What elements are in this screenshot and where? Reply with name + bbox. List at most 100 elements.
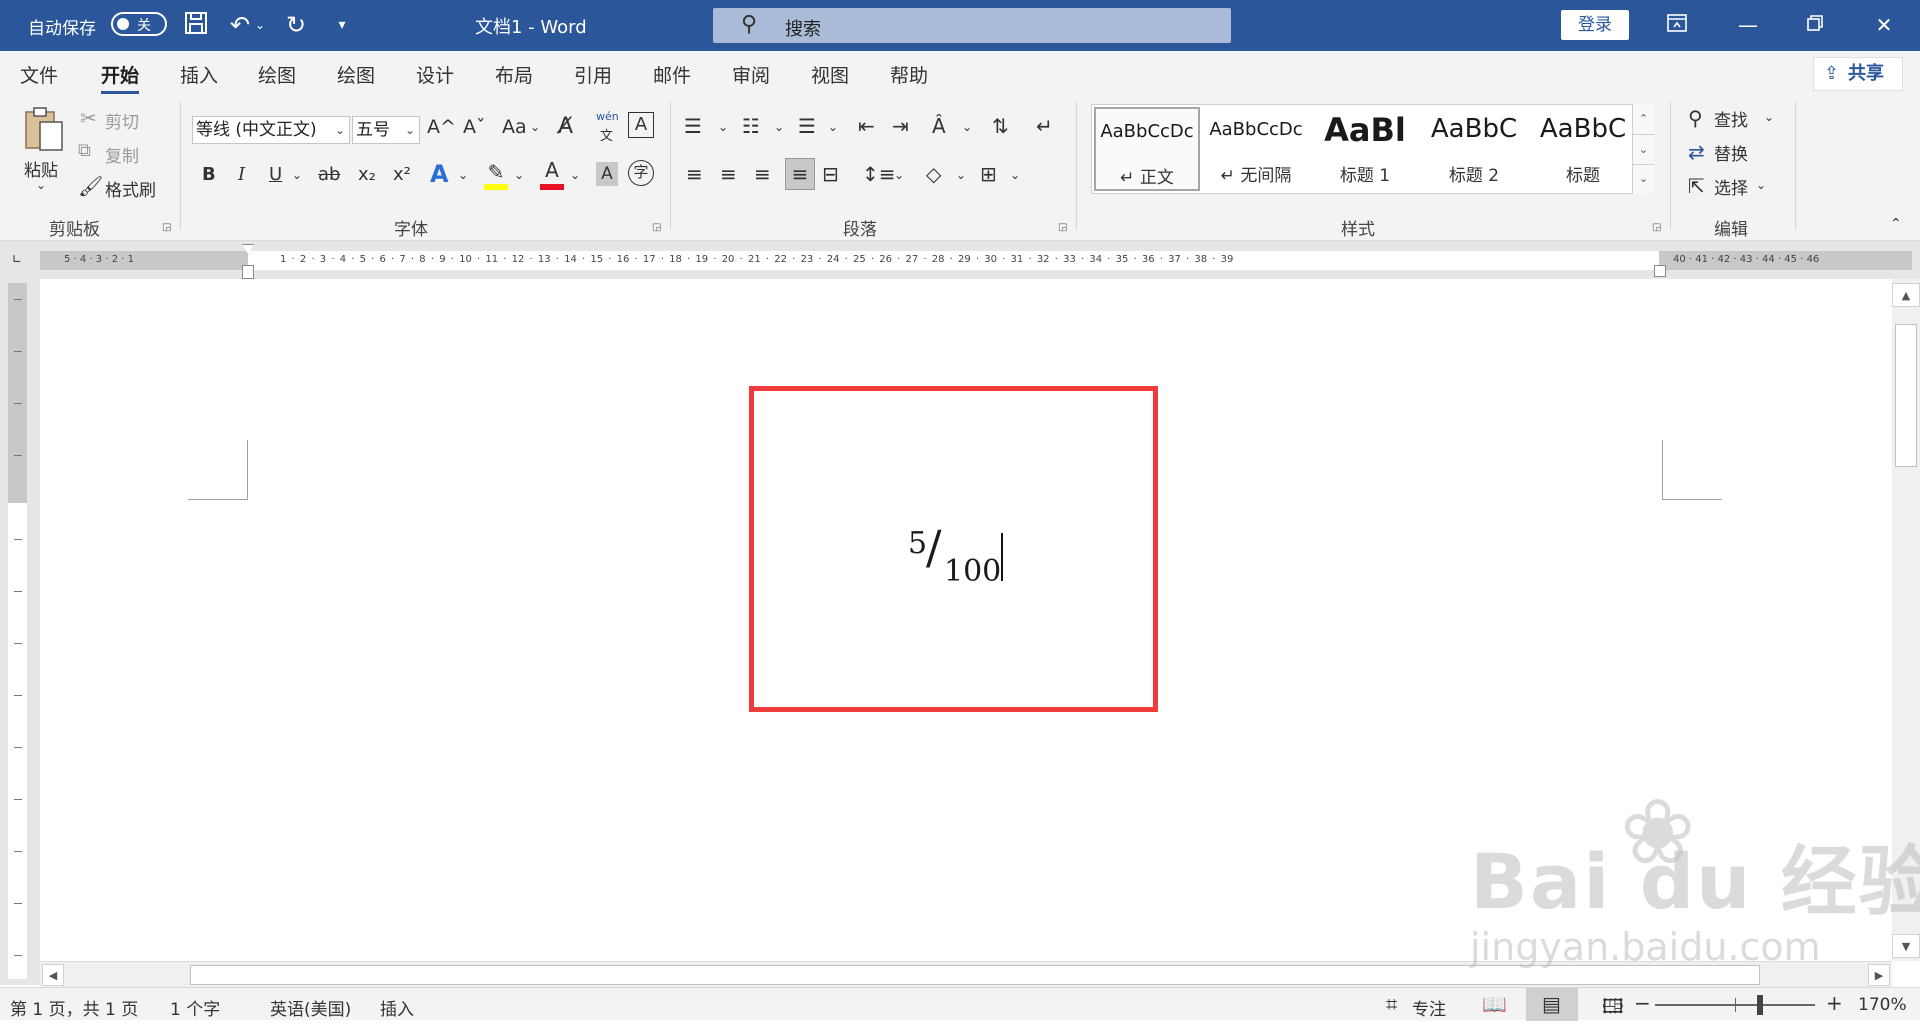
font-size-combo[interactable]: 五号 ⌄ <box>352 116 420 144</box>
underline-button[interactable]: U <box>269 164 282 185</box>
style-heading-2[interactable]: AaBbC 标题 2 <box>1421 107 1527 191</box>
change-case-dropdown-icon[interactable]: ⌄ <box>530 120 540 134</box>
numbering-icon[interactable]: ☷ <box>742 114 760 138</box>
tab-layout[interactable]: 布局 <box>495 61 533 88</box>
style-heading-1[interactable]: AaBl 标题 1 <box>1312 107 1418 191</box>
strikethrough-button[interactable]: ab <box>318 164 340 185</box>
font-color-icon[interactable]: A <box>540 158 564 190</box>
paste-icon[interactable] <box>22 104 66 152</box>
tab-help[interactable]: 帮助 <box>890 61 928 88</box>
bold-button[interactable]: B <box>202 164 216 185</box>
tab-home[interactable]: 开始 <box>101 61 140 94</box>
multilevel-dropdown-icon[interactable]: ⌄ <box>828 120 838 134</box>
minimize-icon[interactable]: — <box>1728 8 1768 42</box>
zoom-in-button[interactable]: + <box>1826 991 1843 1015</box>
find-label[interactable]: 查找 <box>1714 106 1748 131</box>
font-launcher-icon[interactable]: ◲ <box>652 222 661 233</box>
tab-draw[interactable]: 绘图 <box>258 61 296 88</box>
show-marks-icon[interactable]: ↵ <box>1036 114 1053 138</box>
distributed-icon[interactable]: ⊟ <box>822 162 839 186</box>
focus-icon[interactable]: ⌗ <box>1386 992 1397 1016</box>
styles-launcher-icon[interactable]: ◲ <box>1652 222 1661 233</box>
character-shading-icon[interactable]: A <box>596 162 618 186</box>
phonetic-guide-top[interactable]: wén <box>596 110 619 123</box>
italic-button[interactable]: I <box>238 164 245 185</box>
align-center-icon[interactable]: ≡ <box>720 162 737 186</box>
numbering-dropdown-icon[interactable]: ⌄ <box>774 120 784 134</box>
change-case-icon[interactable]: Aa <box>502 116 527 138</box>
phonetic-guide-icon[interactable]: 文 <box>600 125 613 144</box>
share-button[interactable]: ⇪ 共享 <box>1813 57 1903 91</box>
undo-dropdown-icon[interactable]: ⌄ <box>252 10 268 40</box>
shading-icon[interactable]: ◇ <box>926 162 941 186</box>
zoom-slider-thumb[interactable] <box>1757 995 1763 1015</box>
highlight-dropdown-icon[interactable]: ⌄ <box>514 168 524 182</box>
find-dropdown-icon[interactable]: ⌄ <box>1764 110 1774 124</box>
bullets-icon[interactable]: ☰ <box>684 114 702 138</box>
web-layout-icon[interactable]: 🖽 <box>1602 992 1624 1026</box>
shading-dropdown-icon[interactable]: ⌄ <box>956 168 966 182</box>
shrink-font-icon[interactable]: Aˇ <box>463 116 486 138</box>
tab-mailings[interactable]: 邮件 <box>653 61 691 88</box>
customize-toolbar-icon[interactable]: ▾ <box>326 10 358 40</box>
decrease-indent-icon[interactable]: ⇤ <box>858 114 875 138</box>
replace-icon[interactable]: ⇄ <box>1688 140 1705 164</box>
save-icon[interactable] <box>180 10 212 40</box>
word-count[interactable]: 1 个字 <box>170 995 220 1020</box>
line-spacing-dropdown-icon[interactable]: ⌄ <box>894 168 904 182</box>
highlight-icon[interactable]: ✎ <box>484 160 508 190</box>
find-icon[interactable]: ⚲ <box>1688 106 1703 130</box>
increase-indent-icon[interactable]: ⇥ <box>892 114 909 138</box>
character-border-icon[interactable]: A <box>628 112 654 138</box>
text-effects-icon[interactable]: A <box>430 160 449 188</box>
text-direction-icon[interactable]: Â <box>932 114 946 138</box>
grow-font-icon[interactable]: A^ <box>427 116 456 138</box>
close-icon[interactable]: ✕ <box>1864 8 1904 42</box>
scroll-right-icon[interactable]: ▶ <box>1868 964 1890 986</box>
tab-insert[interactable]: 插入 <box>180 61 218 88</box>
replace-label[interactable]: 替换 <box>1714 140 1748 165</box>
tab-references[interactable]: 引用 <box>574 61 612 88</box>
font-color-dropdown-icon[interactable]: ⌄ <box>570 168 580 182</box>
subscript-button[interactable]: x₂ <box>358 164 376 185</box>
style-title[interactable]: AaBbC 标题 <box>1530 107 1636 191</box>
zoom-level[interactable]: 170% <box>1858 995 1907 1015</box>
borders-dropdown-icon[interactable]: ⌄ <box>1010 168 1020 182</box>
tab-view[interactable]: 视图 <box>811 61 849 88</box>
paragraph-launcher-icon[interactable]: ◲ <box>1058 222 1067 233</box>
print-layout-button[interactable]: ▤ <box>1526 988 1578 1021</box>
collapse-ribbon-icon[interactable]: ⌃ <box>1890 216 1902 232</box>
multilevel-list-icon[interactable]: ☰ <box>798 114 816 138</box>
tab-selector-icon[interactable]: ∟ <box>8 252 26 270</box>
login-button[interactable]: 登录 <box>1561 10 1629 40</box>
ribbon-display-options-icon[interactable] <box>1657 8 1697 42</box>
paste-dropdown-icon[interactable]: ⌄ <box>36 178 46 192</box>
superscript-button[interactable]: x² <box>393 164 411 185</box>
autosave-toggle[interactable]: 关 <box>111 12 167 36</box>
sort-icon[interactable]: ⇅ <box>992 114 1009 138</box>
align-right-icon[interactable]: ≡ <box>754 162 771 186</box>
bullets-dropdown-icon[interactable]: ⌄ <box>718 120 728 134</box>
line-spacing-icon[interactable]: ↕≡ <box>862 162 896 186</box>
left-indent-marker[interactable] <box>242 265 254 279</box>
tab-review[interactable]: 审阅 <box>732 61 770 88</box>
underline-dropdown-icon[interactable]: ⌄ <box>292 168 302 182</box>
page-count[interactable]: 第 1 页，共 1 页 <box>10 995 138 1020</box>
scroll-down-icon[interactable]: ▼ <box>1892 934 1920 958</box>
restore-icon[interactable] <box>1795 8 1835 42</box>
scroll-thumb[interactable] <box>1895 324 1917 467</box>
align-left-icon[interactable]: ≡ <box>686 162 703 186</box>
zoom-out-button[interactable]: − <box>1634 991 1651 1015</box>
format-painter-icon[interactable]: 🖌 <box>78 174 103 198</box>
select-dropdown-icon[interactable]: ⌄ <box>1756 178 1766 192</box>
font-name-combo[interactable]: 等线 (中文正文) ⌄ <box>192 116 350 144</box>
format-painter-label[interactable]: 格式刷 <box>105 176 156 201</box>
select-label[interactable]: 选择 <box>1714 174 1748 199</box>
borders-icon[interactable]: ⊞ <box>980 162 997 186</box>
enclose-characters-icon[interactable]: 字 <box>628 160 654 186</box>
style-no-spacing[interactable]: AaBbCcDc ↵ 无间隔 <box>1203 107 1309 191</box>
clear-formatting-icon[interactable]: A̸ <box>558 114 573 139</box>
scroll-up-icon[interactable]: ▲ <box>1892 283 1920 307</box>
text-effects-dropdown-icon[interactable]: ⌄ <box>458 168 468 182</box>
style-normal[interactable]: AaBbCcDc ↵ 正文 <box>1094 107 1200 191</box>
